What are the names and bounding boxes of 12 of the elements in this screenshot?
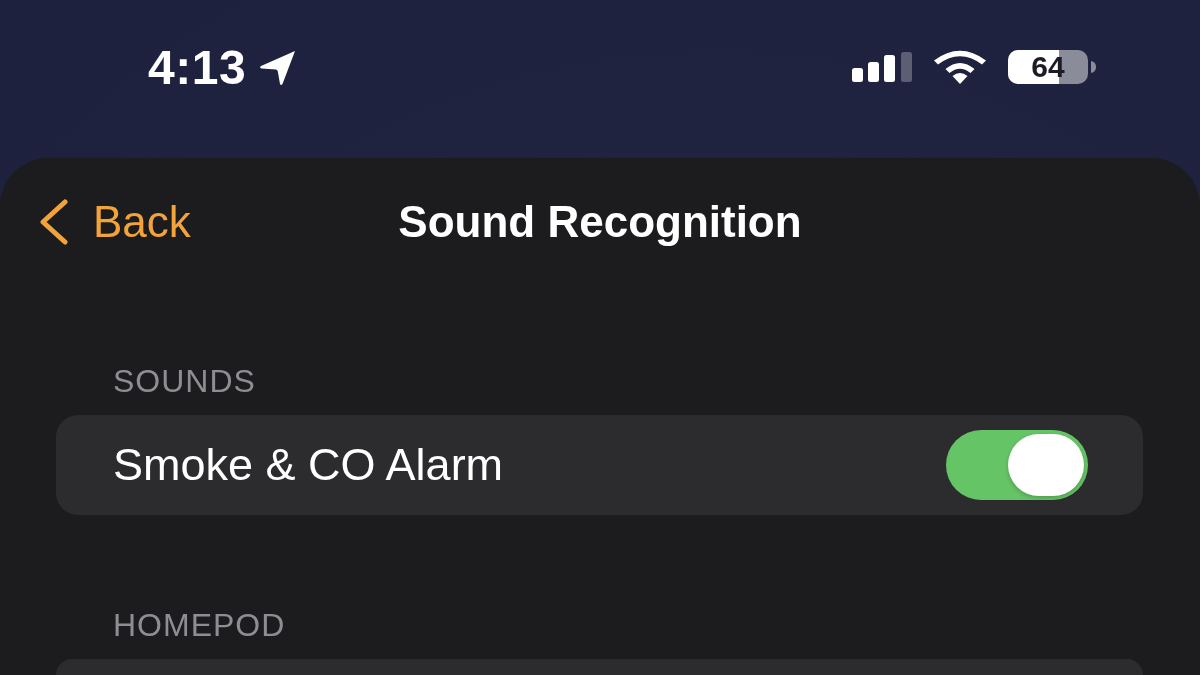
section-header: HOMEPOD [113,606,286,645]
battery-percentage: 64 [1031,52,1065,82]
setting-label: Smoke & CO Alarm [113,439,504,491]
battery-icon [1008,50,1096,84]
wifi-icon [933,50,987,84]
signal-bars-icon [852,52,912,82]
section-header: SOUNDS [113,362,256,401]
location-arrow-icon [259,50,298,86]
back-button[interactable]: Back [38,197,191,247]
status-time: 4:13 [148,46,247,90]
back-chevron-icon [38,199,68,245]
page-title: Sound Recognition [398,197,802,247]
